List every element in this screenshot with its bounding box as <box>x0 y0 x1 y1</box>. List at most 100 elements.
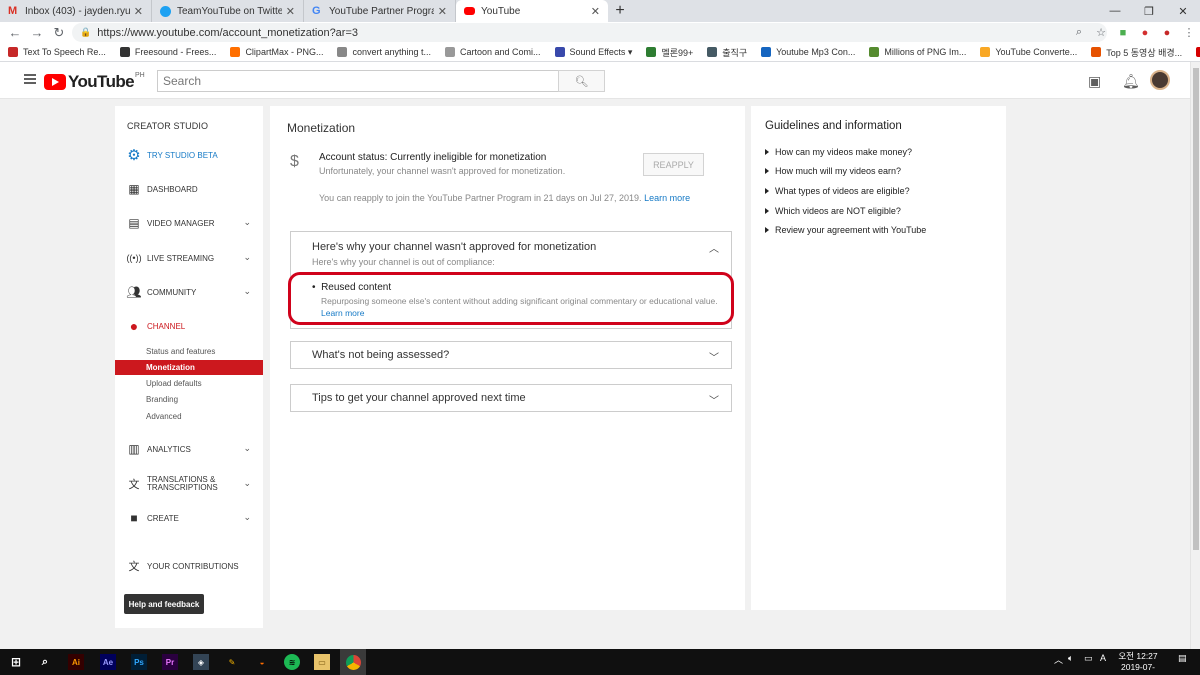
chevron-down-icon[interactable]: ﹀ <box>709 392 719 407</box>
sidebar-item-channel[interactable]: ● CHANNEL <box>115 316 263 336</box>
chevron-down-icon[interactable]: ⌄ <box>243 217 251 228</box>
reason-learn-more-link[interactable]: Learn more <box>321 308 364 318</box>
accordion-title[interactable]: Here's why your channel wasn't approved … <box>312 241 596 253</box>
extension-red-icon[interactable]: ● <box>1134 27 1156 39</box>
guideline-link[interactable]: Review your agreement with YouTube <box>765 225 926 235</box>
reapply-button[interactable]: REAPPLY <box>643 153 704 176</box>
page-scrollbar[interactable] <box>1190 62 1200 649</box>
minimize-icon[interactable]: — <box>1098 0 1132 22</box>
close-window-icon[interactable]: ✕ <box>1166 0 1200 22</box>
sidebar-item-translations[interactable]: 文 TRANSLATIONS & TRANSCRIPTIONS ⌄ <box>115 472 263 496</box>
bookmark-item[interactable]: Freesound - Frees... <box>119 47 216 57</box>
accordion-title[interactable]: Tips to get your channel approved next t… <box>312 392 526 404</box>
youtube-logo[interactable]: YouTube PH <box>44 72 145 92</box>
chevron-down-icon[interactable]: ⌄ <box>243 512 251 523</box>
bookmark-item[interactable]: Millions of PNG Im... <box>869 47 966 57</box>
bookmark-item[interactable]: ClipartMax - PNG... <box>230 47 323 57</box>
bookmark-item[interactable]: YouTube Converte... <box>980 47 1077 57</box>
menu-dots-icon[interactable]: ⋮ <box>1178 26 1200 39</box>
profile-icon[interactable]: ● <box>1156 27 1178 39</box>
search-button[interactable]: 🔍︎ <box>558 70 605 92</box>
sidebar-item-community[interactable]: 👥︎ COMMUNITY ⌄ <box>115 282 263 302</box>
system-clock[interactable]: 오전 12:27 2019-07-07 <box>1118 651 1158 675</box>
bookmark-item[interactable]: 멜론99+ <box>646 46 693 59</box>
tray-chevron-up-icon[interactable]: ︿ <box>1054 653 1063 666</box>
browser-tab-twitter[interactable]: TeamYouTube on Twitter: "Thanks ✕ <box>152 0 304 22</box>
guideline-link[interactable]: How can my videos make money? <box>765 147 912 157</box>
sidebar-item-try-beta[interactable]: ⚙ TRY STUDIO BETA <box>115 145 263 165</box>
notification-center-icon[interactable]: ▤ <box>1178 653 1187 664</box>
scrollbar-thumb[interactable] <box>1193 68 1199 550</box>
chevron-down-icon[interactable]: ⌄ <box>243 443 251 454</box>
illustrator-icon[interactable]: Ai <box>68 654 84 670</box>
close-icon[interactable]: ✕ <box>591 5 600 18</box>
forward-icon[interactable]: → <box>26 25 48 40</box>
chevron-down-icon[interactable]: ⌄ <box>243 478 251 489</box>
bookmark-item[interactable]: Text To Speech Re... <box>8 47 106 57</box>
avatar[interactable] <box>1150 70 1170 90</box>
learn-more-link[interactable]: Learn more <box>644 193 690 203</box>
app-orange-icon[interactable]: ◒ <box>254 654 270 670</box>
guideline-link[interactable]: Which videos are NOT eligible? <box>765 206 901 216</box>
back-icon[interactable]: ← <box>4 25 26 40</box>
app-icon[interactable]: ◈ <box>193 654 209 670</box>
close-icon[interactable]: ✕ <box>134 5 143 18</box>
chevron-up-icon[interactable]: ︿ <box>709 240 719 255</box>
reload-icon[interactable]: ↻ <box>48 25 70 41</box>
bookmark-item[interactable]: Youtube Mp3 Con... <box>761 47 855 57</box>
restore-icon[interactable]: ❐ <box>1132 0 1166 22</box>
volume-icon[interactable]: 🔈︎ <box>1068 653 1073 664</box>
chrome-taskbar-button[interactable] <box>340 649 366 675</box>
bookmark-item[interactable]: Filmora 9 crack +... <box>1196 47 1200 57</box>
sidebar-item-dashboard[interactable]: ▦ DASHBOARD <box>115 179 263 199</box>
bookmark-item[interactable]: convert anything t... <box>337 47 431 57</box>
sidebar-item-contributions[interactable]: 文 YOUR CONTRIBUTIONS <box>115 556 263 576</box>
bookmark-item[interactable]: 출직구 <box>707 46 747 59</box>
upload-video-icon[interactable]: ▣ <box>1088 73 1101 90</box>
after-effects-icon[interactable]: Ae <box>100 654 116 670</box>
ime-icon[interactable]: A <box>1100 653 1106 663</box>
new-tab-button[interactable]: + <box>608 0 632 22</box>
fl-studio-icon[interactable]: ✎ <box>224 654 240 670</box>
chevron-down-icon[interactable]: ﹀ <box>709 349 719 364</box>
accordion-not-assessed[interactable]: What's not being assessed? ﹀ <box>290 341 732 369</box>
sidebar-sub-advanced[interactable]: Advanced <box>115 409 263 424</box>
hamburger-menu-icon[interactable] <box>24 74 36 84</box>
spotify-icon[interactable]: ≋ <box>284 654 300 670</box>
file-explorer-icon[interactable]: ▭ <box>314 654 330 670</box>
close-icon[interactable]: ✕ <box>438 5 447 18</box>
chevron-down-icon[interactable]: ⌄ <box>243 252 251 263</box>
windows-start-icon[interactable]: ⊞ <box>8 654 24 670</box>
url-bar[interactable]: 🔒 https://www.youtube.com/account_moneti… <box>72 23 1107 42</box>
bookmark-item[interactable]: Sound Effects ▾ <box>554 47 632 58</box>
sidebar-item-live-streaming[interactable]: ((•)) LIVE STREAMING ⌄ <box>115 248 263 268</box>
premiere-icon[interactable]: Pr <box>162 654 178 670</box>
sidebar-sub-upload-defaults[interactable]: Upload defaults <box>115 376 263 391</box>
star-icon[interactable]: ☆ <box>1090 26 1112 39</box>
network-icon[interactable]: ▭ <box>1084 653 1093 664</box>
sidebar-sub-monetization[interactable]: Monetization <box>115 360 263 375</box>
guideline-link[interactable]: What types of videos are eligible? <box>765 186 910 196</box>
search-icon[interactable]: ⌕ <box>37 654 53 670</box>
help-feedback-button[interactable]: Help and feedback <box>124 594 204 614</box>
zoom-icon[interactable]: ⌕ <box>1068 26 1090 39</box>
sidebar-item-video-manager[interactable]: ▤ VIDEO MANAGER ⌄ <box>115 213 263 233</box>
guideline-link[interactable]: How much will my videos earn? <box>765 166 901 176</box>
extension-icon[interactable]: ■ <box>1112 27 1134 39</box>
sidebar-sub-status-features[interactable]: Status and features <box>115 344 263 359</box>
accordion-tips[interactable]: Tips to get your channel approved next t… <box>290 384 732 412</box>
close-icon[interactable]: ✕ <box>286 5 295 18</box>
sidebar-item-create[interactable]: ■ CREATE ⌄ <box>115 508 263 528</box>
bookmark-item[interactable]: Cartoon and Comi... <box>445 47 541 57</box>
accordion-title[interactable]: What's not being assessed? <box>312 349 449 361</box>
bookmark-item[interactable]: Top 5 동영상 배경... <box>1091 46 1182 59</box>
browser-tab-youtube[interactable]: YouTube ✕ <box>456 0 608 22</box>
photoshop-icon[interactable]: Ps <box>131 654 147 670</box>
search-input[interactable] <box>157 70 559 92</box>
browser-tab-gmail[interactable]: M Inbox (403) - jayden.ryu7@gmail.com ✕ <box>0 0 152 22</box>
sidebar-sub-branding[interactable]: Branding <box>115 392 263 407</box>
browser-tab-google[interactable]: G YouTube Partner Program policies ✕ <box>304 0 456 22</box>
sidebar-item-analytics[interactable]: ▥ ANALYTICS ⌄ <box>115 439 263 459</box>
notifications-bell-icon[interactable]: 🔔︎ <box>1122 73 1140 90</box>
chevron-down-icon[interactable]: ⌄ <box>243 286 251 297</box>
